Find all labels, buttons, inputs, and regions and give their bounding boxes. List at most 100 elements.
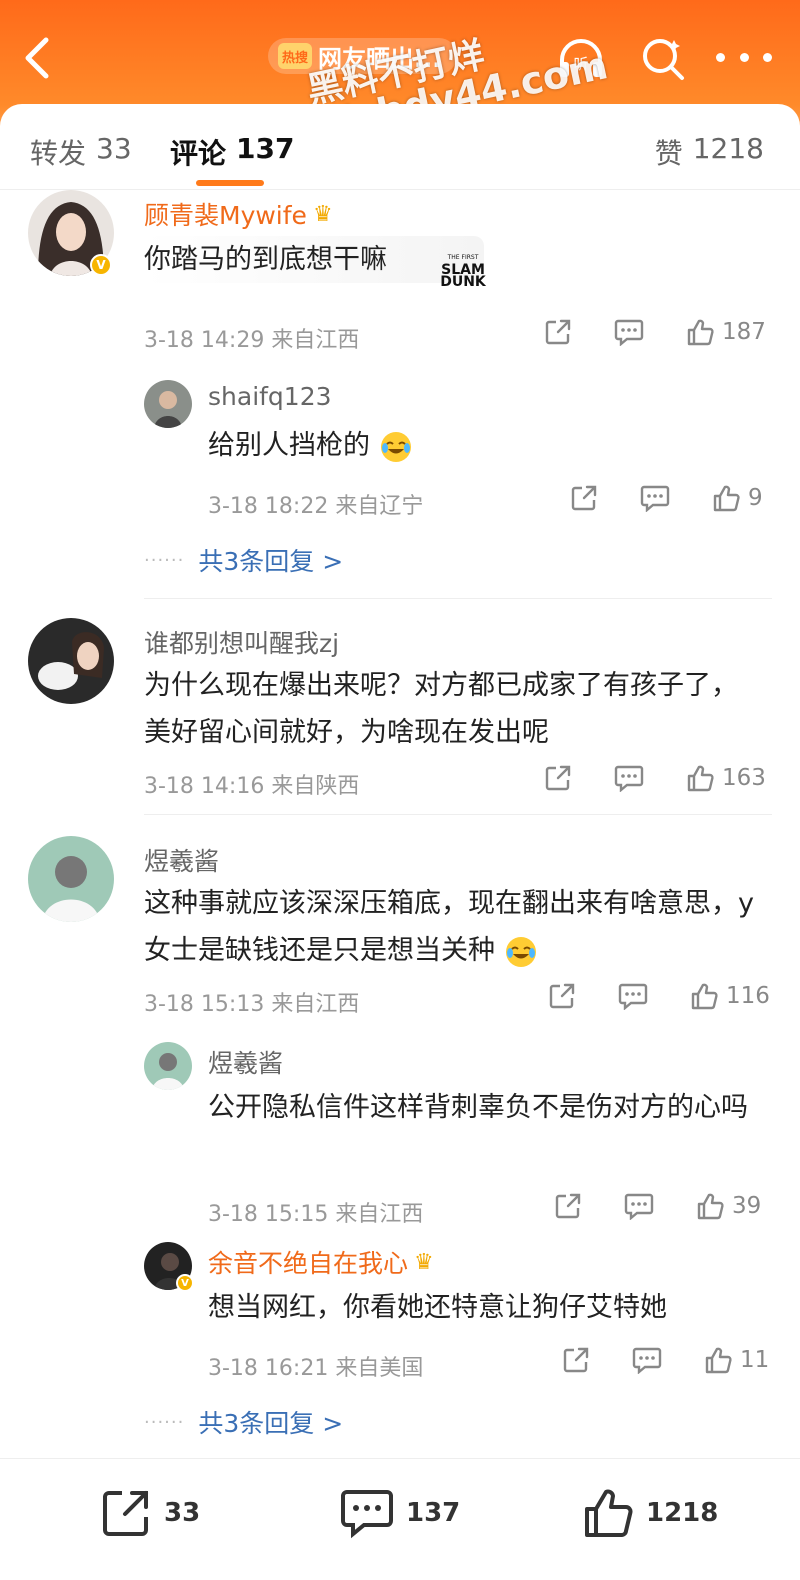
like-button[interactable]: 11 — [704, 1346, 769, 1374]
reply-author[interactable]: shaifq123 — [208, 382, 332, 411]
comment-text: 你踏马的到底想干嘛 — [144, 236, 484, 283]
reply-button[interactable] — [632, 1346, 662, 1374]
listen-button[interactable]: 听 — [556, 36, 606, 82]
comment-divider — [144, 814, 772, 815]
reply-actions: 11 — [562, 1346, 769, 1374]
comment-actions: 116 — [548, 982, 770, 1010]
share-button[interactable] — [548, 982, 576, 1010]
comment-icon — [341, 1490, 393, 1539]
tab-like[interactable]: 赞 1218 — [655, 132, 764, 172]
dotted-leader: ······ — [144, 549, 185, 571]
comment-icon — [640, 485, 670, 512]
comment-meta: 3-18 14:16 来自陕西 — [144, 774, 360, 799]
thumbs-up-icon — [705, 1347, 732, 1374]
comment-text: 这种事就应该深深压箱底，现在翻出来有啥意思，y女士是缺钱还是只是想当关种 — [144, 880, 764, 974]
share-icon — [545, 319, 571, 345]
tab-bar: 转发 33 评论 137 赞 1218 — [0, 104, 800, 190]
share-icon — [555, 1193, 581, 1219]
share-icon — [549, 983, 575, 1009]
share-button[interactable] — [554, 1192, 582, 1220]
laugh-cry-emoji-icon — [505, 936, 536, 967]
comment-icon — [618, 983, 648, 1010]
comment-meta: 3-18 15:13 来自江西 — [144, 992, 360, 1017]
crown-icon: ♛ — [414, 1249, 434, 1275]
hot-topic-pill[interactable]: 热搜 网友晒出... — [268, 38, 458, 74]
share-icon — [571, 485, 597, 511]
avatar[interactable] — [28, 836, 114, 922]
verified-badge-icon: V — [176, 1274, 194, 1292]
thumbs-up-icon — [585, 1489, 633, 1537]
reply-text: 公开隐私信件这样背刺辜负不是伤对方的心吗 — [208, 1092, 748, 1123]
slam-dunk-sticker: THE FIRST SLAM DUNK — [440, 254, 486, 290]
verified-badge-icon: V — [90, 254, 112, 276]
comment-icon — [614, 765, 644, 792]
reply-actions: 39 — [554, 1192, 761, 1220]
tab-comment[interactable]: 评论 137 — [170, 132, 294, 172]
comment-text: 为什么现在爆出来呢？对方都已成家了有孩子了，美好留心间就好，为啥现在发出呢 — [144, 670, 738, 748]
forward-count: 33 — [164, 1498, 201, 1528]
share-button[interactable] — [544, 318, 572, 346]
thumbs-up-icon — [697, 1193, 724, 1220]
reply-actions: 9 — [570, 484, 763, 512]
comment-actions: 163 — [544, 764, 766, 792]
like-count: 11 — [740, 1347, 770, 1373]
like-count: 187 — [722, 319, 766, 345]
reply-button[interactable] — [618, 982, 648, 1010]
more-options-icon[interactable] — [716, 44, 772, 70]
comment-divider — [144, 598, 772, 599]
dotted-leader: ······ — [144, 1411, 185, 1433]
like-count: 9 — [748, 485, 763, 511]
reply-meta: 3-18 15:15 来自江西 — [208, 1202, 424, 1227]
comment-icon — [614, 319, 644, 346]
share-icon — [545, 765, 571, 791]
more-replies-link[interactable]: ······ 共3条回复 > — [144, 542, 343, 578]
bottom-action-bar: 33 137 1218 — [0, 1458, 800, 1580]
reply-text: 想当网红，你看她还特意让狗仔艾特她 — [208, 1292, 667, 1323]
reply-author[interactable]: 余音不绝自在我心 ♛ — [208, 1244, 434, 1280]
like-button[interactable]: 9 — [712, 484, 763, 512]
reply-button[interactable] — [614, 318, 644, 346]
like-count: 39 — [732, 1193, 762, 1219]
thumbs-up-icon — [687, 319, 714, 346]
listen-label: 听 — [573, 55, 588, 73]
reply-button[interactable] — [640, 484, 670, 512]
like-count: 1218 — [646, 1498, 719, 1528]
thumbs-up-icon — [687, 765, 714, 792]
avatar[interactable] — [144, 1042, 192, 1090]
comment-icon — [632, 1347, 662, 1374]
like-button[interactable]: 39 — [696, 1192, 761, 1220]
reply-meta: 3-18 18:22 来自辽宁 — [208, 494, 424, 519]
thumbs-up-icon — [691, 983, 718, 1010]
comment-author[interactable]: 顾青裴Mywife ♛ — [144, 196, 333, 232]
more-replies-link[interactable]: ······ 共3条回复 > — [144, 1404, 343, 1440]
headphones-icon: 听 — [560, 39, 602, 77]
like-button[interactable]: 116 — [690, 982, 770, 1010]
comment-meta: 3-18 14:29 来自江西 — [144, 328, 360, 353]
reply-text: 给别人挡枪的 — [208, 422, 413, 469]
like-button[interactable]: 163 — [686, 764, 766, 792]
reply-button[interactable] — [614, 764, 644, 792]
comment-actions: 187 — [544, 318, 766, 346]
reply-meta: 3-18 16:21 来自美国 — [208, 1356, 424, 1381]
share-button[interactable] — [544, 764, 572, 792]
avatar[interactable] — [28, 618, 114, 704]
reply-author[interactable]: 煜羲酱 — [208, 1044, 283, 1080]
active-tab-indicator — [196, 180, 264, 186]
comment-author[interactable]: 谁都别想叫醒我zj — [144, 624, 339, 660]
like-button[interactable]: 187 — [686, 318, 766, 346]
comment-button[interactable]: 137 — [340, 1487, 460, 1539]
share-button[interactable] — [570, 484, 598, 512]
comment-author[interactable]: 煜羲酱 — [144, 842, 219, 878]
like-button[interactable]: 1218 — [582, 1487, 718, 1539]
reply-button[interactable] — [624, 1192, 654, 1220]
topic-text: 网友晒出... — [318, 44, 442, 73]
back-icon[interactable] — [18, 34, 58, 82]
avatar[interactable] — [144, 380, 192, 428]
tab-forward[interactable]: 转发 33 — [30, 132, 132, 172]
share-button[interactable] — [562, 1346, 590, 1374]
share-icon — [563, 1347, 589, 1373]
thumbs-up-icon — [713, 485, 740, 512]
search-icon[interactable] — [638, 34, 688, 84]
forward-button[interactable]: 33 — [100, 1487, 200, 1539]
hot-badge: 热搜 — [278, 43, 312, 69]
